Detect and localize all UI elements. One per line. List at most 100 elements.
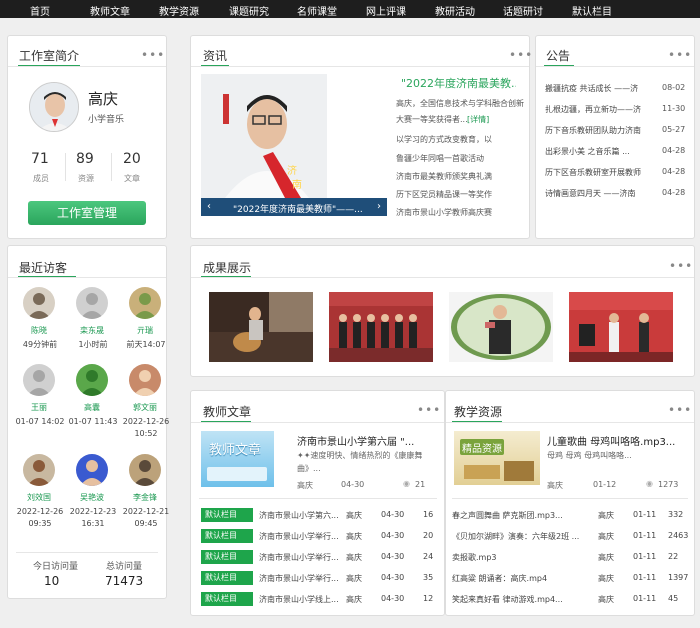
resource-author: 高庆 <box>598 511 614 520</box>
nav-topics[interactable]: 话题研讨 <box>503 3 543 18</box>
article-title[interactable]: 济南市景山小学举行... <box>259 552 341 563</box>
resource-title[interactable]: 笑起来真好看 律动游戏.mp4... <box>452 594 592 605</box>
achievement-photo[interactable] <box>449 292 553 362</box>
visitor-item[interactable]: 吴艳波 2022-12-23 16:31 <box>70 451 116 531</box>
nav-default[interactable]: 默认栏目 <box>572 3 612 18</box>
notice-item[interactable]: 历下区音乐教研室开展教师 <box>545 167 653 178</box>
notice-item[interactable]: 诗情画意四月天 ——济南 <box>545 188 653 199</box>
visitor-avatar[interactable] <box>129 454 161 486</box>
studio-manage-button[interactable]: 工作室管理 <box>28 201 146 225</box>
news-line-3[interactable]: 以学习的方式改变教育，以 <box>396 134 492 145</box>
visitor-avatar[interactable] <box>76 287 108 319</box>
resource-title[interactable]: 卖报歌.mp3 <box>452 552 592 563</box>
news-detail-link[interactable]: [详情] <box>467 114 489 125</box>
news-headline[interactable]: "2022年度济南最美教... <box>401 75 516 91</box>
visitor-item[interactable]: 高囊 01-07 11:43 <box>69 361 117 441</box>
more-icon[interactable]: ••• <box>509 48 533 62</box>
visitor-name[interactable]: 王丽 <box>18 402 60 413</box>
resources-title: 教学资源 <box>454 405 503 419</box>
next-arrow-icon[interactable]: › <box>377 201 381 212</box>
visitor-avatar[interactable] <box>129 364 161 396</box>
visitor-avatar[interactable] <box>76 454 108 486</box>
visitor-name[interactable]: 亓瑞 <box>124 325 166 336</box>
visitor-name[interactable]: 李金锋 <box>124 492 166 503</box>
news-line-5[interactable]: 济南市最美教师颁奖典礼满 <box>396 171 492 182</box>
resources-feature-thumb[interactable]: 精品资源 <box>454 431 540 485</box>
articles-feature-title[interactable]: 济南市景山小学第六届 "... <box>297 433 422 448</box>
visitor-item[interactable]: 栾东晟 1小时前 <box>71 284 115 364</box>
category-tag[interactable]: 默认栏目 <box>201 550 253 564</box>
visitor-name[interactable]: 吴艳波 <box>71 492 113 503</box>
notice-item[interactable]: 搬疆抗疫 共话成长 ——济 <box>545 83 653 94</box>
achievement-photo[interactable] <box>209 292 313 362</box>
visitor-name[interactable]: 郭文丽 <box>124 402 166 413</box>
visitor-name[interactable]: 栾东晟 <box>71 325 113 336</box>
more-icon[interactable]: ••• <box>669 259 693 273</box>
notice-item[interactable]: 历下音乐教研团队助力济南 <box>545 125 653 136</box>
nav-home[interactable]: 首页 <box>30 3 50 18</box>
achievement-photo[interactable] <box>329 292 433 362</box>
articles-feature-desc2: 曲》... <box>297 464 321 473</box>
more-icon[interactable]: ••• <box>668 48 692 62</box>
article-title[interactable]: 济南市景山小学举行... <box>259 573 341 584</box>
resource-title[interactable]: 春之声圆舞曲 萨克斯团.mp3... <box>452 510 592 521</box>
resource-title[interactable]: 《贝加尔湖畔》演奏：六年级2班 ... <box>452 531 592 542</box>
profile-card: 工作室简介 ••• 高庆 小学音乐 71 成员 89 资源 20 文章 工作室管… <box>7 35 167 239</box>
news-line-6[interactable]: 历下区党员精品课一等奖作 <box>396 189 492 200</box>
category-tag[interactable]: 默认栏目 <box>201 571 253 585</box>
stat-resources: 89 <box>76 151 94 167</box>
category-tag[interactable]: 默认栏目 <box>201 508 253 522</box>
articles-feature-thumb[interactable]: 教师文章 <box>201 431 274 487</box>
more-icon[interactable]: ••• <box>668 403 692 417</box>
nav-research[interactable]: 课题研究 <box>229 3 269 18</box>
visitor-item[interactable]: 刘效国 2022-12-26 09:35 <box>17 451 63 531</box>
news-photo[interactable]: 济 南 <box>201 74 327 198</box>
notice-item[interactable]: 扎根边疆，再立新功——济 <box>545 104 653 115</box>
resource-date: 01-11 <box>633 573 657 582</box>
news-line-4[interactable]: 鲁疆少年同唱一首歌活动 <box>396 153 484 164</box>
nav-master-class[interactable]: 名师课堂 <box>297 3 337 18</box>
nav-teaching-resources[interactable]: 教学资源 <box>159 3 199 18</box>
category-tag[interactable]: 默认栏目 <box>201 592 253 606</box>
achievement-photo[interactable] <box>569 292 673 362</box>
more-icon[interactable]: ••• <box>141 48 165 62</box>
profile-name: 高庆 <box>88 90 119 108</box>
article-date: 04-30 <box>381 510 405 519</box>
visitor-avatar[interactable] <box>23 454 55 486</box>
nav-online-review[interactable]: 网上评课 <box>366 3 406 18</box>
avatar[interactable] <box>29 82 79 132</box>
visitor-item[interactable]: 亓瑞 前天14:07 <box>124 284 168 364</box>
articles-feature-count: 21 <box>415 480 426 489</box>
visitor-item[interactable]: 郭文丽 2022-12-26 10:52 <box>123 361 169 441</box>
visitor-avatar[interactable] <box>129 287 161 319</box>
visitor-avatar[interactable] <box>76 364 108 396</box>
visitor-name[interactable]: 高囊 <box>71 402 113 413</box>
visitor-name[interactable]: 刘效国 <box>18 492 60 503</box>
visitor-avatar[interactable] <box>23 287 55 319</box>
article-title[interactable]: 济南市景山小学线上... <box>259 594 341 605</box>
category-tag[interactable]: 默认栏目 <box>201 529 253 543</box>
more-icon[interactable]: ••• <box>417 403 441 417</box>
prev-arrow-icon[interactable]: ‹ <box>207 201 211 212</box>
article-count: 35 <box>423 573 434 582</box>
svg-text:济: 济 <box>287 164 297 177</box>
resource-title[interactable]: 红高粱 朗诵者：高庆.mp4 <box>452 573 592 584</box>
news-caption[interactable]: "2022年度济南最美教师"——... <box>233 202 363 215</box>
article-title[interactable]: 济南市景山小学举行... <box>259 531 341 542</box>
visitor-item[interactable]: 陈晓 49分钟前 <box>18 284 62 364</box>
visitors-title: 最近访客 <box>19 261 68 275</box>
visitor-avatar[interactable] <box>23 364 55 396</box>
visitor-item[interactable]: 李金锋 2022-12-21 09:45 <box>123 451 169 531</box>
news-line-7[interactable]: 济南市景山小学教师高庆赛 <box>396 207 492 218</box>
today-visits-label: 今日访问量 <box>33 562 79 572</box>
visitor-item[interactable]: 王丽 01-07 14:02 <box>16 361 64 441</box>
nav-teacher-articles[interactable]: 教师文章 <box>90 3 130 18</box>
visitor-name[interactable]: 陈晓 <box>18 325 60 336</box>
notice-date: 08-02 <box>662 83 686 92</box>
article-date: 04-30 <box>381 594 405 603</box>
notice-item[interactable]: 出彩景小美 之音乐篇 ... <box>545 146 653 157</box>
resources-feature-title[interactable]: 儿童歌曲 母鸡叫咯咯.mp3... <box>547 433 687 448</box>
article-title[interactable]: 济南市景山小学第六... <box>259 510 341 521</box>
nav-activities[interactable]: 教研活动 <box>435 3 475 18</box>
resource-date: 01-11 <box>633 531 657 540</box>
